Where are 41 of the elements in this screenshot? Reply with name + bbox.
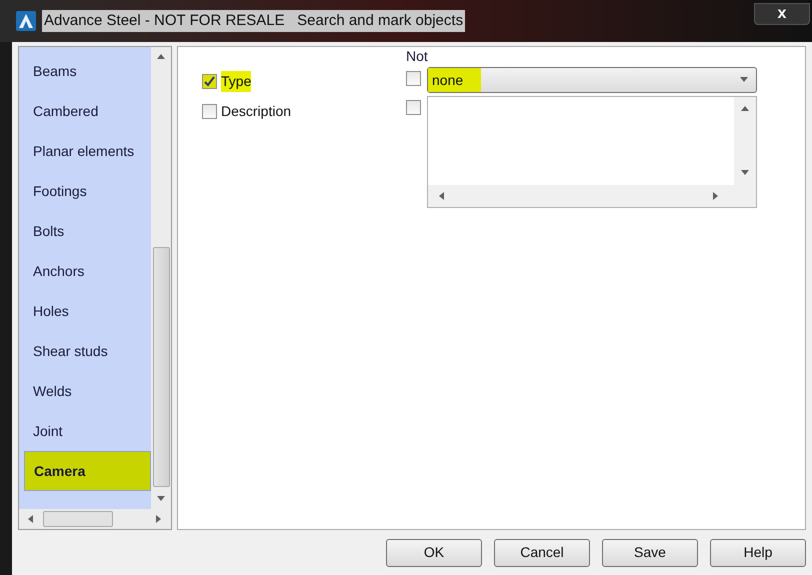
dropdown-arrow-icon[interactable] [740, 76, 748, 84]
scroll-right-icon[interactable] [155, 515, 163, 523]
category-item[interactable]: Beams [24, 51, 151, 91]
close-button[interactable]: x [754, 3, 810, 25]
window-title: Advance Steel - NOT FOR RESALE Search and mark objects [42, 10, 466, 32]
category-item[interactable]: Cambered [24, 91, 151, 131]
scroll-left-icon[interactable] [438, 192, 446, 200]
category-item[interactable]: Shear studs [24, 331, 151, 371]
checkbox[interactable] [202, 104, 217, 119]
category-item[interactable]: Footings [24, 171, 151, 211]
checkbox[interactable] [406, 71, 421, 86]
category-item[interactable]: Bolts [24, 211, 151, 251]
category-item[interactable]: Camera [24, 451, 151, 491]
checkbox[interactable] [406, 100, 421, 115]
checkmark-icon [204, 76, 215, 87]
criterion-label: Type [221, 71, 252, 92]
dialog-button[interactable]: Help [710, 538, 806, 566]
type-dropdown[interactable]: none [427, 67, 757, 93]
category-item[interactable]: Holes [24, 291, 151, 331]
scroll-down-icon[interactable] [741, 169, 749, 177]
criterion-label: Description [221, 102, 292, 121]
scroll-thumb[interactable] [43, 511, 113, 527]
scroll-up-icon[interactable] [741, 105, 749, 113]
scroll-thumb[interactable] [152, 247, 170, 487]
not-label: Not [406, 48, 429, 64]
scroll-right-icon[interactable] [712, 192, 720, 200]
dialog-button[interactable]: Save [602, 538, 698, 566]
dropdown-value: none [428, 68, 482, 92]
scroll-down-icon[interactable] [157, 495, 165, 503]
category-item[interactable]: Joint [24, 411, 151, 451]
checkbox[interactable] [202, 74, 217, 89]
category-item[interactable]: Anchors [24, 251, 151, 291]
scroll-left-icon[interactable] [27, 515, 35, 523]
logo-icon [16, 11, 36, 31]
horizontal-scrollbar[interactable] [19, 509, 171, 529]
category-item[interactable]: Planar elements [24, 131, 151, 171]
dialog-button[interactable]: Cancel [494, 538, 590, 566]
scroll-up-icon[interactable] [157, 53, 165, 61]
dialog-button[interactable]: OK [386, 538, 482, 566]
category-item[interactable]: Welds [24, 371, 151, 411]
vertical-scrollbar[interactable] [151, 47, 171, 509]
